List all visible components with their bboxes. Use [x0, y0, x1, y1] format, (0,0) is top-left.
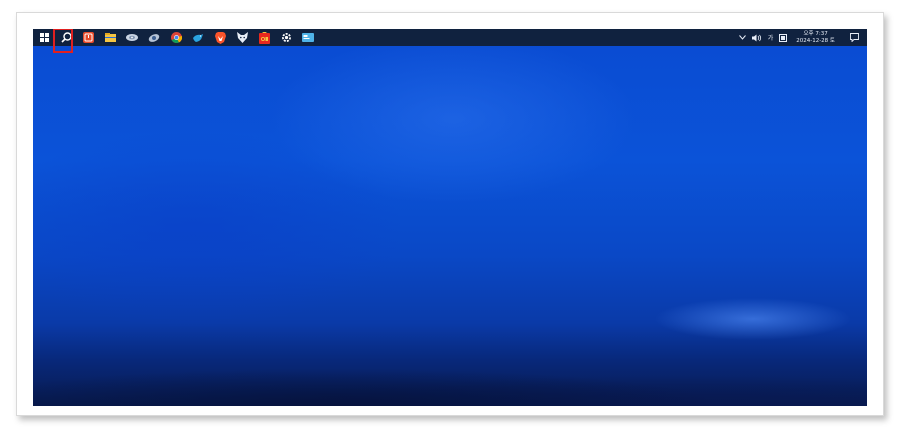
desktop-wallpaper	[33, 336, 867, 406]
power-app-icon	[82, 32, 94, 43]
app-bird-button[interactable]	[187, 29, 209, 46]
brave-button[interactable]	[209, 29, 231, 46]
search-button[interactable]	[55, 29, 77, 46]
app-power-button[interactable]	[77, 29, 99, 46]
speaker-icon	[751, 34, 761, 41]
ime-indicator[interactable]: 가	[765, 29, 777, 46]
app-ot-button[interactable]	[253, 29, 275, 46]
app-satellite-button[interactable]	[143, 29, 165, 46]
gear-icon	[281, 33, 291, 42]
desktop[interactable]: 가 오후 7:37 2024-12-28 토	[33, 29, 867, 406]
chrome-icon	[170, 32, 182, 43]
settings-button[interactable]	[275, 29, 297, 46]
app-window-button[interactable]	[297, 29, 319, 46]
file-explorer-button[interactable]	[99, 29, 121, 46]
clock-date: 2024-12-28 토	[796, 37, 835, 44]
app-disk-button[interactable]	[121, 29, 143, 46]
bird-icon	[193, 33, 203, 42]
notification-center-button[interactable]	[841, 29, 867, 46]
chevron-down-icon	[738, 35, 746, 40]
clock-time: 오후 7:37	[803, 30, 828, 37]
disk-icon	[126, 34, 138, 41]
brave-lion-icon	[214, 31, 226, 44]
ot-app-icon	[258, 31, 270, 44]
fox-icon	[236, 32, 248, 43]
search-icon	[60, 32, 72, 43]
taskbar: 가 오후 7:37 2024-12-28 토	[33, 29, 867, 53]
system-tray: 가 오후 7:37 2024-12-28 토	[736, 29, 867, 46]
windows-logo-icon	[39, 33, 49, 42]
chrome-button[interactable]	[165, 29, 187, 46]
clock[interactable]: 오후 7:37 2024-12-28 토	[790, 31, 841, 45]
tray-app-icon	[779, 33, 788, 42]
tray-app-button[interactable]	[776, 29, 790, 46]
satellite-icon	[148, 33, 160, 42]
volume-button[interactable]	[749, 29, 765, 46]
folder-icon	[104, 33, 116, 42]
ime-label: 가	[767, 35, 774, 42]
notification-icon	[849, 33, 859, 42]
taskbar-pinned-apps	[33, 29, 319, 46]
tray-overflow-button[interactable]	[736, 29, 749, 46]
start-button[interactable]	[33, 29, 55, 46]
app-fox-button[interactable]	[231, 29, 253, 46]
window-app-icon	[302, 33, 314, 42]
